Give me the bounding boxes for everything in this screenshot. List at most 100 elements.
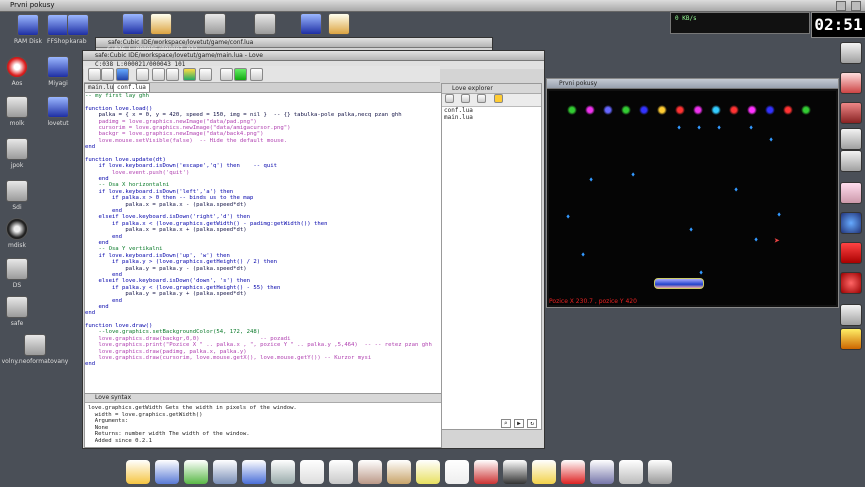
cut-icon[interactable]	[136, 68, 149, 81]
drive-icon	[6, 96, 28, 118]
desktop-icon-miyagi[interactable]: Miyagi	[28, 56, 88, 87]
magnifier-icon[interactable]	[840, 128, 862, 150]
pen-icon[interactable]	[477, 94, 487, 103]
palette-icon[interactable]	[183, 68, 196, 81]
sun-icon[interactable]	[126, 460, 150, 484]
topbar-app-icon[interactable]	[298, 13, 324, 37]
explorer-file[interactable]: conf.lua	[442, 107, 541, 114]
topbar-app-icon[interactable]	[148, 13, 174, 37]
explorer-file[interactable]: main.lua	[442, 114, 541, 121]
save-icon[interactable]	[116, 68, 129, 81]
compass-icon	[328, 13, 350, 35]
alien-sprite	[801, 105, 811, 115]
drive-icon	[6, 296, 28, 318]
topbar-app-icon[interactable]	[202, 13, 228, 37]
pdf-icon[interactable]	[474, 460, 498, 484]
tab-conf-lua[interactable]: conf.lua	[113, 83, 150, 92]
tools-icon[interactable]	[271, 460, 295, 484]
cubic-ide-icon[interactable]	[503, 460, 527, 484]
alien-sprite	[621, 105, 631, 115]
play-icon[interactable]: ▶	[514, 419, 524, 428]
desktop-icon-karab[interactable]: karab	[58, 14, 98, 45]
desktop-icon-label: mdisk	[8, 242, 26, 249]
orb-icon[interactable]	[242, 460, 266, 484]
comment-icon[interactable]	[199, 68, 212, 81]
globe-icon[interactable]	[840, 212, 862, 234]
window-icon[interactable]	[155, 460, 179, 484]
bullet-sprite: ♦	[689, 226, 694, 234]
computer-icon[interactable]	[619, 460, 643, 484]
desktop-icon-label: jpok	[10, 162, 24, 169]
explorer-toolbar	[442, 94, 541, 107]
syntax-line: Arguments:	[88, 418, 129, 425]
list-icon[interactable]	[250, 68, 263, 81]
settings-icon[interactable]	[532, 460, 556, 484]
document-icon[interactable]	[220, 68, 233, 81]
mixer-icon[interactable]	[648, 460, 672, 484]
desktop-icon-volny[interactable]: volny.neoformatovany	[0, 334, 70, 365]
bullet-sprite: ♦	[717, 124, 722, 132]
screen-close-button[interactable]	[851, 1, 861, 11]
info-icon[interactable]	[840, 72, 862, 94]
run-icon[interactable]	[234, 68, 247, 81]
drive-icon[interactable]	[590, 460, 614, 484]
drive-icon	[67, 14, 89, 36]
alien-sprite	[729, 105, 739, 115]
youtube-icon[interactable]	[840, 242, 862, 264]
game-canvas[interactable]: ➤ ♦ ♦ ♦ ♦ ♦ ♦ ♦ ♦ ♦ ♦ ♦ ♦ ♦ ♦	[549, 91, 836, 305]
explorer-buttons: ⌕ ▶ ↻	[500, 419, 537, 428]
pen-icon[interactable]	[300, 460, 324, 484]
screen-title: Prvni pokusy	[10, 1, 55, 9]
desktop-icon-mdisk[interactable]: mdisk	[0, 218, 47, 249]
topbar-app-icon[interactable]	[252, 13, 278, 37]
figure-icon[interactable]	[213, 460, 237, 484]
camera-icon[interactable]	[840, 304, 862, 326]
bullet-sprite: ♦	[631, 171, 636, 179]
refresh-icon[interactable]: ↻	[527, 419, 537, 428]
book-icon[interactable]	[387, 460, 411, 484]
flowers-icon[interactable]	[840, 182, 862, 204]
cursor-arrow-icon: ➤	[774, 236, 781, 247]
desktop-icon-sdi[interactable]: Sdi	[0, 180, 47, 211]
bullet-sprite: ♦	[749, 124, 754, 132]
new-file-icon[interactable]	[88, 68, 101, 81]
open-file-icon[interactable]	[101, 68, 114, 81]
alien-sprite	[567, 105, 577, 115]
calculator-icon[interactable]	[840, 42, 862, 64]
tree-icon[interactable]	[445, 94, 454, 103]
desktop-icon-label: karab	[69, 38, 87, 45]
desktop-icon-safe[interactable]: safe	[0, 296, 47, 327]
search-icon[interactable]: ⌕	[500, 419, 511, 428]
bullet-sprite: ♦	[581, 251, 586, 259]
syntax-line: Returns: number width The width of the w…	[88, 431, 250, 438]
code-editor[interactable]: -- my first lay ghh function love.load() …	[84, 92, 442, 394]
redo-icon[interactable]	[166, 68, 179, 81]
tools-icon[interactable]	[840, 328, 862, 350]
undo-icon[interactable]	[152, 68, 165, 81]
terminal-icon[interactable]	[329, 460, 353, 484]
code-line: end	[85, 361, 96, 368]
play-icon[interactable]	[840, 272, 862, 294]
desktop-icon-jpok[interactable]: jpok	[0, 138, 47, 169]
alien-sprite	[747, 105, 757, 115]
box-icon[interactable]	[358, 460, 382, 484]
bullet-sprite: ♦	[734, 186, 739, 194]
magnifier-icon[interactable]	[445, 460, 469, 484]
brush-icon[interactable]	[416, 460, 440, 484]
syntax-line: love.graphics.getWidth Gets the width in…	[88, 405, 297, 411]
wrench-icon[interactable]	[461, 94, 471, 103]
game-position-readout: Pozice X 230.7 , pozice Y 420	[549, 298, 637, 305]
file-tabs: main.lua conf.lua	[84, 83, 440, 93]
desktop-icon-ds[interactable]: DS	[0, 258, 47, 289]
desktop-icon-label: volny.neoformatovany	[1, 358, 69, 365]
cube-icon[interactable]	[184, 460, 208, 484]
binoculars-icon[interactable]	[840, 150, 862, 172]
topbar-app-icon[interactable]	[120, 13, 146, 37]
stats-icon[interactable]	[840, 102, 862, 124]
screen-depth-button[interactable]	[836, 1, 846, 11]
topbar-app-icon[interactable]	[326, 13, 352, 37]
power-icon[interactable]	[561, 460, 585, 484]
folder-icon[interactable]	[493, 94, 503, 103]
desktop-icon-lovetut[interactable]: lovetut	[28, 96, 88, 127]
game-window[interactable]: Prvni pokusy ➤ ♦ ♦ ♦ ♦ ♦ ♦ ♦ ♦ ♦ ♦ ♦ ♦ ♦ ♦ Pozice X 2…	[546, 78, 839, 308]
